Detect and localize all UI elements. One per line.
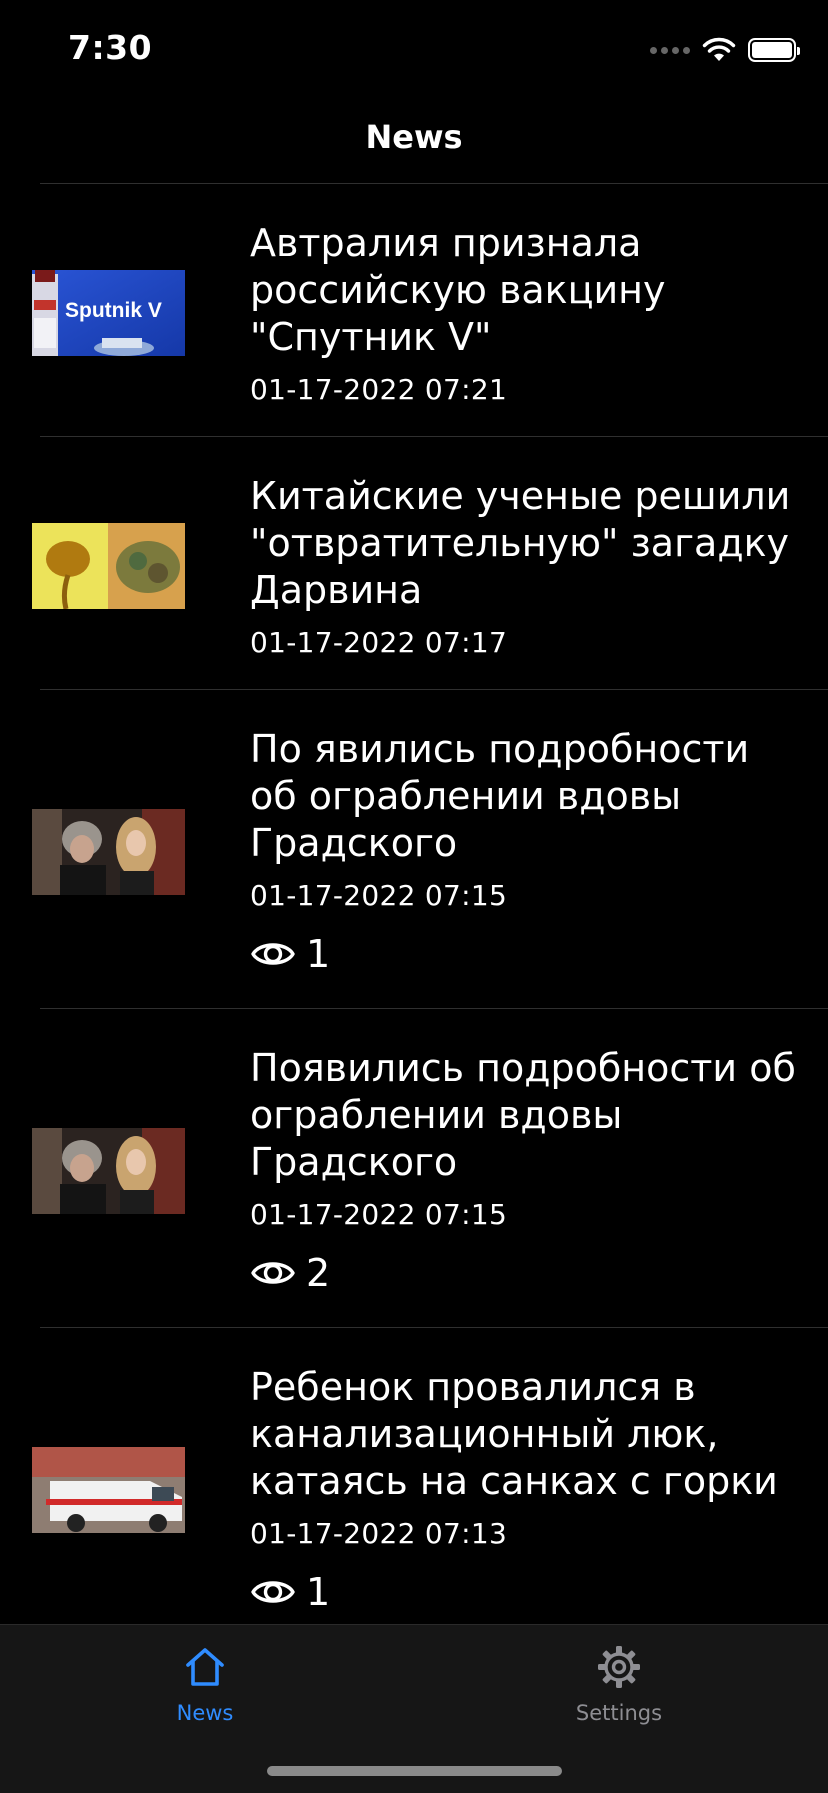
news-item-text: Китайские ученые решили "отвратительную"…: [250, 473, 804, 659]
news-date: 01-17-2022 07:17: [250, 626, 508, 659]
status-icons: [650, 36, 800, 64]
news-item-text: Ребенок провалился в канализационный люк…: [250, 1364, 804, 1616]
news-thumbnail: Sputnik V: [32, 270, 185, 356]
views-count: 2: [306, 1251, 331, 1295]
views-counter: 1: [250, 1568, 804, 1616]
news-thumbnail: [32, 809, 185, 895]
tab-settings[interactable]: Settings: [519, 1643, 719, 1725]
news-title: Появились подробности об ограблении вдов…: [250, 1046, 796, 1184]
news-thumbnail: [32, 1447, 185, 1533]
news-item[interactable]: По явились подробности об ограблении вдо…: [0, 690, 828, 1008]
news-title: Китайские ученые решили "отвратительную"…: [250, 474, 791, 612]
views-count: 1: [306, 932, 331, 976]
cellular-signal-icon: [650, 46, 690, 54]
status-time: 7:30: [68, 28, 153, 67]
status-bar: 7:30: [0, 0, 828, 100]
house-icon: [186, 1648, 224, 1686]
news-item-text: По явились подробности об ограблении вдо…: [250, 726, 804, 978]
views-count: 1: [306, 1570, 331, 1614]
news-date: 01-17-2022 07:15: [250, 1198, 508, 1231]
thumb-sputnik-text: Sputnik V: [65, 299, 162, 322]
eye-icon: [251, 943, 295, 965]
news-feed[interactable]: Sputnik V Автралия признала российскую в…: [0, 183, 828, 1647]
tab-settings-label: Settings: [575, 1701, 663, 1725]
news-date: 01-17-2022 07:13: [250, 1517, 508, 1550]
news-title: Автралия признала российскую вакцину "Сп…: [250, 221, 666, 359]
eye-icon: [251, 1262, 295, 1284]
news-thumbnail: [32, 523, 185, 609]
news-date: 01-17-2022 07:15: [250, 879, 508, 912]
tab-news[interactable]: News: [105, 1643, 305, 1725]
news-date: 01-17-2022 07:21: [250, 373, 508, 406]
news-item[interactable]: Ребенок провалился в канализационный люк…: [0, 1328, 828, 1646]
news-item[interactable]: Sputnik V Автралия признала российскую в…: [0, 184, 828, 436]
battery-icon: [748, 38, 800, 62]
news-item-text: Появились подробности об ограблении вдов…: [250, 1045, 804, 1297]
tab-news-label: News: [176, 1701, 234, 1725]
views-counter: 2: [250, 1249, 804, 1297]
nav-title: News: [365, 118, 463, 156]
eye-icon: [251, 1581, 295, 1603]
news-title: Ребенок провалился в канализационный люк…: [250, 1365, 778, 1503]
news-title: По явились подробности об ограблении вдо…: [250, 727, 750, 865]
gear-icon: [598, 1646, 640, 1688]
news-item[interactable]: Китайские ученые решили "отвратительную"…: [0, 437, 828, 689]
views-counter: 1: [250, 930, 804, 978]
news-thumbnail: [32, 1128, 185, 1214]
home-indicator[interactable]: [267, 1766, 562, 1776]
wifi-icon: [702, 37, 736, 61]
news-item[interactable]: Появились подробности об ограблении вдов…: [0, 1009, 828, 1327]
news-item-text: Автралия признала российскую вакцину "Сп…: [250, 220, 804, 406]
